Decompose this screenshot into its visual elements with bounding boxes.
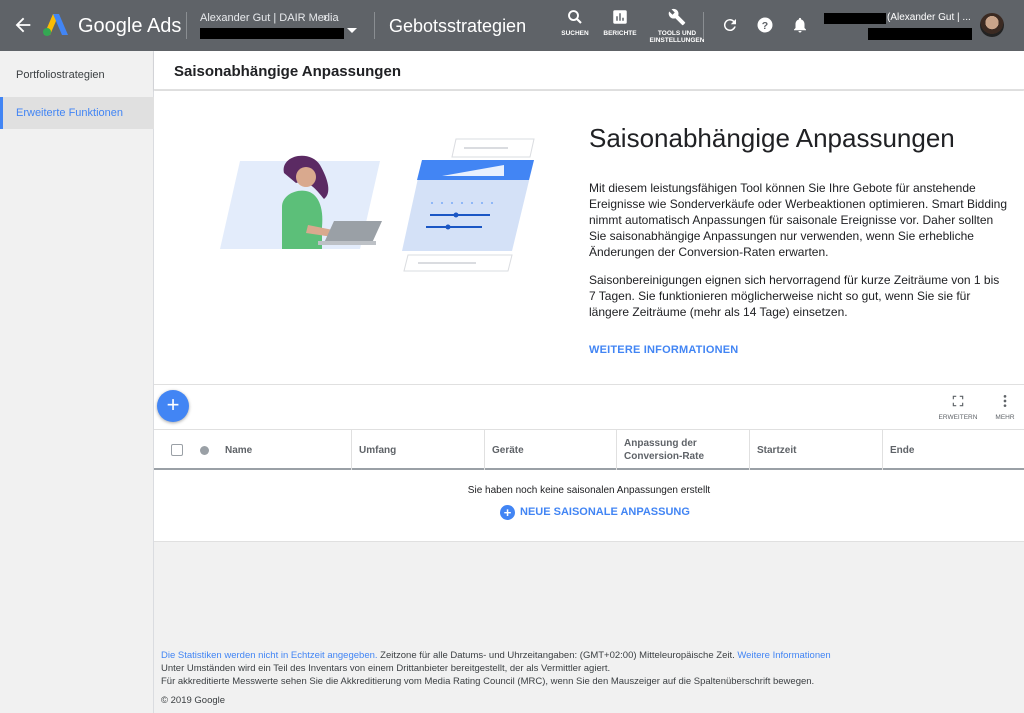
hero-note: Saisonbereinigungen eignen sich hervorra…	[589, 273, 1000, 319]
more-vert-icon	[998, 394, 1012, 408]
redacted-user-email	[824, 13, 886, 24]
expand-button[interactable]: ERWEITERN	[936, 394, 980, 421]
learn-more-link[interactable]: WEITERE INFORMATIONEN	[589, 344, 738, 356]
account-dropdown-icon[interactable]	[347, 28, 357, 33]
top-bar: Google Ads Alexander Gut | DAIR Media › …	[0, 0, 1024, 51]
column-header-devices[interactable]: Geräte	[484, 430, 616, 470]
timezone-text: Zeitzone für alle Datums- und Uhrzeitang…	[377, 650, 738, 661]
help-icon[interactable]: ?	[756, 16, 774, 34]
table-header: Name Umfang Geräte Anpassung der Convers…	[154, 430, 1024, 470]
stats-realtime-link[interactable]: Die Statistiken werden nicht in Echtzeit…	[161, 650, 378, 661]
reports-label: BERICHTE	[603, 30, 637, 37]
divider	[186, 12, 187, 39]
main-content: Saisonabhängige Anpassungen Saisonabhäng…	[154, 51, 1024, 713]
hero-title: Saisonabhängige Anpassungen	[589, 123, 955, 153]
more-label: MEHR	[995, 414, 1015, 421]
more-info-link[interactable]: Weitere Informationen	[737, 650, 830, 661]
copyright: © 2019 Google	[161, 695, 226, 706]
seasonality-card: Saisonabhängige Anpassungen Mit diesem l…	[154, 91, 1024, 541]
search-icon	[566, 8, 584, 26]
divider	[154, 541, 1024, 542]
section-title: Saisonabhängige Anpassungen	[174, 63, 401, 80]
redacted-user-id	[868, 28, 972, 40]
footer-line-2: Unter Umständen wird ein Teil des Invent…	[161, 663, 611, 674]
select-all-checkbox[interactable]	[171, 444, 183, 456]
column-header-name[interactable]: Name	[218, 430, 351, 470]
section-header: Saisonabhängige Anpassungen	[154, 51, 1024, 90]
chevron-right-icon[interactable]: ›	[323, 10, 327, 24]
back-arrow-icon[interactable]	[12, 14, 34, 36]
wrench-icon	[668, 8, 686, 26]
tools-settings-button[interactable]: TOOLS UND EINSTELLUNGEN	[648, 8, 706, 44]
illustration-woman-laptop	[220, 135, 550, 275]
user-account-label[interactable]: (Alexander Gut | ...	[887, 12, 971, 23]
refresh-icon[interactable]	[721, 16, 739, 34]
more-button[interactable]: MEHR	[990, 394, 1020, 421]
sidebar-item-portfolio-strategies[interactable]: Portfoliostrategien	[0, 59, 154, 91]
reports-button[interactable]: BERICHTE	[602, 8, 638, 37]
add-circle-icon: +	[500, 504, 515, 520]
new-seasonal-adjustment-button[interactable]: + NEUE SAISONALE ANPASSUNG	[500, 504, 690, 520]
google-ads-logo-icon[interactable]	[41, 13, 69, 37]
fullscreen-icon	[951, 394, 965, 408]
redacted-account-id	[200, 28, 344, 39]
column-header-conversion-rate-adjustment[interactable]: Anpassung der Conversion-Rate	[616, 430, 726, 470]
add-fab-button[interactable]: +	[157, 390, 189, 422]
avatar[interactable]	[980, 13, 1004, 37]
column-header-start-time[interactable]: Startzeit	[749, 430, 882, 470]
divider	[374, 12, 375, 39]
status-dot-icon	[200, 446, 209, 455]
reports-icon	[611, 8, 629, 26]
footer: Die Statistiken werden nicht in Echtzeit…	[161, 649, 831, 707]
tools-settings-label: TOOLS UND EINSTELLUNGEN	[649, 30, 705, 44]
column-header-scope[interactable]: Umfang	[351, 430, 484, 470]
search-button[interactable]: SUCHEN	[560, 8, 590, 37]
svg-text:?: ?	[762, 20, 768, 32]
column-header-end[interactable]: Ende	[882, 430, 1024, 470]
divider	[154, 384, 1024, 385]
empty-state-message: Sie haben noch keine saisonalen Anpassun…	[467, 485, 711, 496]
footer-line-3: Für akkreditierte Messwerte sehen Sie di…	[161, 676, 815, 687]
sidebar: Portfoliostrategien Erweiterte Funktione…	[0, 51, 154, 713]
hero-description: Mit diesem leistungsfähigen Tool können …	[589, 181, 1008, 259]
sidebar-item-advanced-features[interactable]: Erweiterte Funktionen	[0, 97, 154, 129]
page-title: Gebotsstrategien	[389, 16, 527, 36]
new-seasonal-adjustment-label: NEUE SAISONALE ANPASSUNG	[520, 506, 690, 518]
footer-line-1: Die Statistiken werden nicht in Echtzeit…	[161, 649, 831, 662]
notifications-bell-icon[interactable]	[791, 16, 809, 34]
search-label: SUCHEN	[561, 30, 589, 37]
brand-name: Google Ads	[78, 15, 182, 37]
account-name[interactable]: Alexander Gut | DAIR Media	[200, 12, 339, 24]
expand-label: ERWEITERN	[938, 414, 978, 421]
divider	[703, 12, 704, 39]
